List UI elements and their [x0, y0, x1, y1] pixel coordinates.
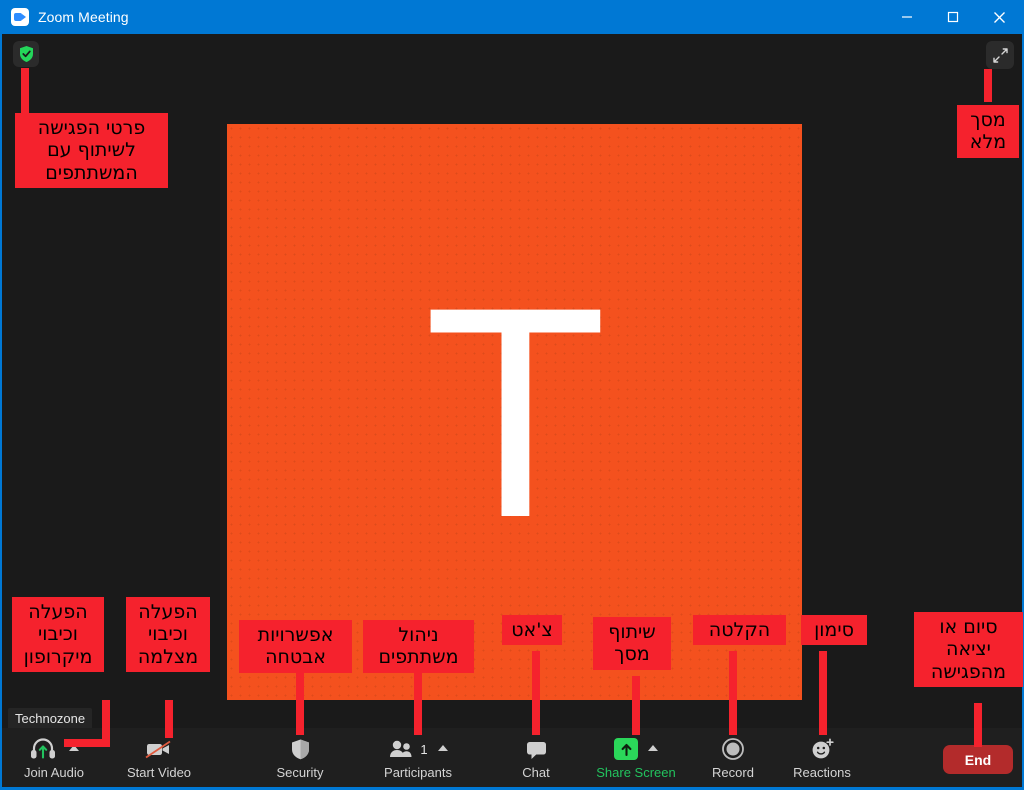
participant-nametag: Technozone: [8, 708, 93, 730]
people-icon: 1: [388, 734, 448, 764]
participants-caret-icon[interactable]: [437, 744, 448, 751]
annotation-end-meeting: סיום או יציאה מהפגישה: [914, 612, 1023, 688]
annotation-full-screen: מסך מלא: [957, 105, 1019, 158]
share-screen-caret-icon[interactable]: [648, 744, 658, 751]
toolbar-item-start-video[interactable]: Start Video: [99, 734, 219, 780]
connector-participants: [414, 673, 422, 735]
zoom-camera-icon: [11, 8, 29, 26]
connector-security: [296, 673, 304, 735]
annotation-camera: הפעלה וכיבוי מצלמה: [126, 597, 210, 673]
video-tile-participant[interactable]: T: [227, 124, 802, 700]
chat-bubble-icon: [524, 734, 549, 764]
end-meeting-button[interactable]: End: [943, 745, 1013, 774]
annotation-participants: ניהול משתתפים: [363, 620, 474, 673]
toolbar-label-share-screen: Share Screen: [596, 765, 676, 780]
annotation-chat: צ'אט: [502, 615, 562, 646]
meeting-toolbar: Join Audio Start Video Security 1 Partic…: [2, 728, 1022, 787]
connector-end-meeting: [974, 703, 982, 747]
toolbar-label-join-audio: Join Audio: [24, 765, 84, 780]
record-circle-icon: [721, 734, 745, 764]
annotation-microphone: הפעלה וכיבוי מיקרופון: [12, 597, 104, 673]
toolbar-label-start-video: Start Video: [126, 765, 192, 780]
share-screen-icon: [614, 734, 658, 764]
title-bar: Zoom Meeting: [2, 0, 1022, 34]
minimize-icon[interactable]: [884, 0, 930, 34]
participants-count: 1: [420, 741, 428, 757]
annotation-reactions: סימון: [801, 615, 867, 646]
connector-record: [729, 651, 737, 735]
connector-chat: [532, 651, 540, 735]
zoom-meeting-window: Zoom Meeting T Technozone Join Audio Sta…: [0, 0, 1024, 790]
annotation-meeting-details: פרטי הפגישה לשיתוף עם המשתתפים: [15, 113, 168, 189]
connector-camera: [165, 700, 173, 738]
window-controls: [884, 0, 1022, 34]
reactions-smiley-icon: [810, 734, 835, 764]
toolbar-label-chat: Chat: [522, 765, 550, 780]
connector-share-screen: [632, 676, 640, 735]
annotation-share-screen: שיתוף מסך: [593, 617, 671, 670]
camera-off-icon: [143, 734, 175, 764]
expand-arrows-icon[interactable]: [986, 41, 1014, 69]
toolbar-item-reactions[interactable]: Reactions: [762, 734, 882, 780]
toolbar-label-record: Record: [712, 765, 754, 780]
window-title: Zoom Meeting: [38, 9, 129, 25]
connector-meeting-details: [21, 68, 29, 113]
maximize-icon[interactable]: [930, 0, 976, 34]
shield-check-icon[interactable]: [13, 41, 39, 67]
connector-reactions: [819, 651, 827, 735]
toolbar-item-participants[interactable]: 1 Participants: [358, 734, 478, 780]
shield-icon: [290, 734, 311, 764]
annotation-security: אפשרויות אבטחה: [239, 620, 352, 673]
toolbar-label-participants: Participants: [384, 765, 452, 780]
close-icon[interactable]: [976, 0, 1022, 34]
toolbar-label-reactions: Reactions: [793, 765, 851, 780]
toolbar-label-security: Security: [276, 765, 324, 780]
toolbar-item-security[interactable]: Security: [240, 734, 360, 780]
connector-microphone-horz: [64, 739, 110, 747]
connector-full-screen: [984, 69, 992, 102]
annotation-record: הקלטה: [693, 615, 786, 646]
avatar-initial: T: [423, 244, 607, 580]
